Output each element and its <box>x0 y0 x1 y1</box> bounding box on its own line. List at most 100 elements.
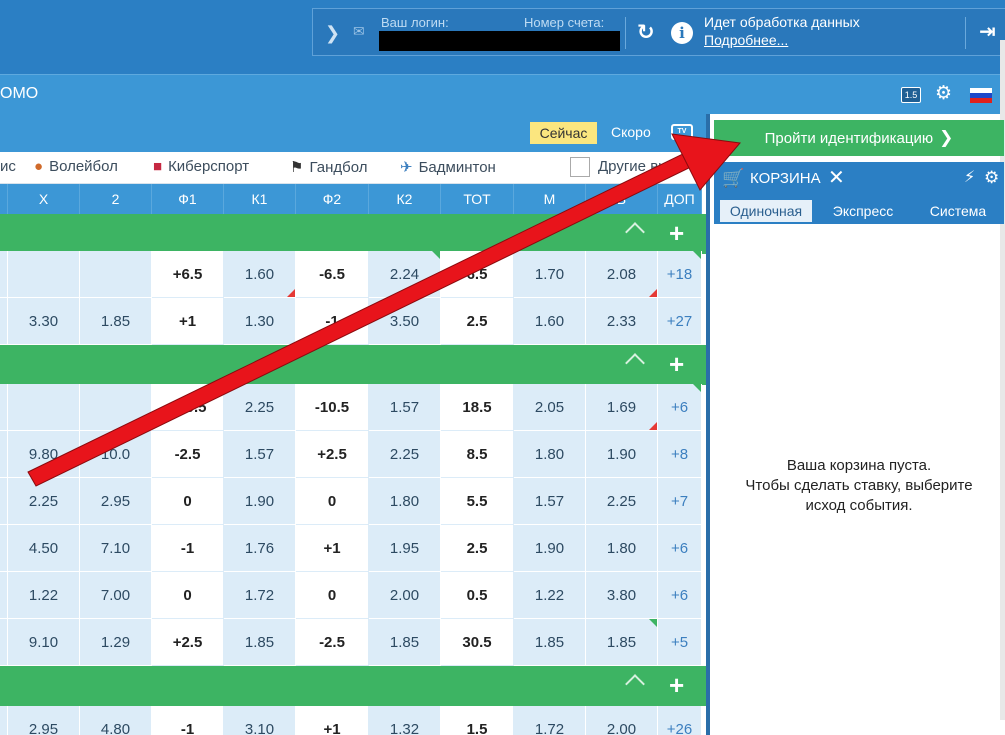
odds-cell[interactable]: 2.33 <box>586 298 658 345</box>
sport-item-volleyball[interactable]: ● Волейбол <box>34 158 118 175</box>
odds-cell[interactable]: 7.10 <box>80 525 152 572</box>
odds-cell[interactable]: 1.85 <box>586 619 658 666</box>
more-markets-cell[interactable]: +26 <box>658 706 702 735</box>
odds-cell[interactable]: 2.25 <box>369 431 441 478</box>
odds-cell[interactable] <box>8 251 80 298</box>
sport-item-tennis[interactable]: ис <box>0 158 16 175</box>
odds-cell[interactable]: 5.5 <box>441 478 514 525</box>
collapse-icon[interactable] <box>625 353 645 373</box>
column-header[interactable]: Ф2 <box>296 184 369 214</box>
odds-cell[interactable]: 1.57 <box>514 478 586 525</box>
odds-cell[interactable]: 0 <box>296 478 369 525</box>
gear-icon[interactable]: ⚙ <box>984 167 999 189</box>
odds-cell[interactable]: 2.5 <box>441 298 514 345</box>
odds-cell[interactable]: 1.90 <box>514 525 586 572</box>
odds-cell[interactable]: 1.80 <box>369 478 441 525</box>
status-details-link[interactable]: Подробнее... <box>704 32 788 48</box>
odds-cell[interactable]: -1 <box>152 525 224 572</box>
column-header[interactable]: Б <box>586 184 658 214</box>
odds-cell[interactable]: 1.69 <box>586 384 658 431</box>
odds-cell[interactable]: 1.85 <box>80 298 152 345</box>
odds-cell[interactable]: 9.10 <box>8 619 80 666</box>
odds-cell[interactable]: 2.25 <box>8 478 80 525</box>
odds-cell[interactable]: 2.08 <box>586 251 658 298</box>
odds-cell[interactable]: +2.5 <box>296 431 369 478</box>
column-header[interactable]: К2 <box>369 184 441 214</box>
odds-cell[interactable] <box>80 384 152 431</box>
column-header[interactable]: ТОТ <box>441 184 514 214</box>
league-group-header[interactable]: + <box>0 345 706 385</box>
odds-cell[interactable]: 2.5 <box>441 525 514 572</box>
more-markets-cell[interactable]: +7 <box>658 478 702 525</box>
odds-cell[interactable]: 4.80 <box>80 706 152 735</box>
odds-cell[interactable]: -1 <box>296 298 369 345</box>
more-markets-cell[interactable]: +6 <box>658 384 702 431</box>
info-icon[interactable]: i <box>671 22 693 44</box>
odds-cell[interactable]: 0 <box>152 478 224 525</box>
odds-cell[interactable]: 1.60 <box>224 251 296 298</box>
odds-cell[interactable]: 3.10 <box>224 706 296 735</box>
more-markets-cell[interactable]: +5 <box>658 619 702 666</box>
odds-cell[interactable]: 1.90 <box>586 431 658 478</box>
odds-cell[interactable]: 2.00 <box>586 706 658 735</box>
logout-icon[interactable]: ⇥ <box>979 20 997 44</box>
more-markets-cell[interactable]: +18 <box>658 251 702 298</box>
odds-cell[interactable]: 4.50 <box>8 525 80 572</box>
sport-item-badminton[interactable]: ✈ Бадминтон <box>400 158 496 176</box>
odds-cell[interactable]: 10.0 <box>80 431 152 478</box>
tab-single[interactable]: Одиночная <box>720 200 812 222</box>
odds-cell[interactable]: 1.80 <box>514 431 586 478</box>
odds-cell[interactable]: -10.5 <box>296 384 369 431</box>
odds-cell[interactable]: 0 <box>152 572 224 619</box>
sport-item-esports[interactable]: ■ Киберспорт <box>153 158 249 175</box>
column-header[interactable]: ДОП <box>658 184 702 214</box>
odds-cell[interactable]: 1.32 <box>369 706 441 735</box>
odds-cell[interactable]: 0 <box>296 572 369 619</box>
odds-cell[interactable]: 3.30 <box>8 298 80 345</box>
odds-cell[interactable]: 3.80 <box>586 572 658 619</box>
odds-cell[interactable]: 0.5 <box>441 572 514 619</box>
odds-cell[interactable] <box>8 384 80 431</box>
column-header[interactable]: X <box>8 184 80 214</box>
odds-cell[interactable]: 1.95 <box>369 525 441 572</box>
column-header[interactable]: 2 <box>80 184 152 214</box>
odds-cell[interactable]: +1 <box>296 525 369 572</box>
odds-cell[interactable] <box>80 251 152 298</box>
sport-item-handball[interactable]: ⚑ Гандбол <box>290 158 367 176</box>
odds-cell[interactable]: 2.25 <box>586 478 658 525</box>
league-group-header[interactable]: + <box>0 666 706 706</box>
sport-item-other[interactable]: Другие ви <box>598 158 667 175</box>
close-icon[interactable]: ✕ <box>828 166 845 190</box>
chevron-right-icon[interactable]: ❯ <box>325 23 340 43</box>
odds-cell[interactable]: 1.60 <box>514 298 586 345</box>
odds-cell[interactable]: 1.76 <box>224 525 296 572</box>
plus-icon[interactable]: + <box>669 349 684 379</box>
plus-icon[interactable]: + <box>669 218 684 248</box>
identification-button[interactable]: Пройти идентификацию ❯ <box>714 120 1004 156</box>
tab-now[interactable]: Сейчас <box>530 122 597 144</box>
odds-cell[interactable]: -2.5 <box>296 619 369 666</box>
odds-cell[interactable]: +6.5 <box>152 251 224 298</box>
odds-cell[interactable]: 2.05 <box>514 384 586 431</box>
odds-cell[interactable]: 1.85 <box>224 619 296 666</box>
plus-icon[interactable]: + <box>669 670 684 700</box>
odds-cell[interactable]: 1.80 <box>586 525 658 572</box>
more-markets-cell[interactable]: +27 <box>658 298 702 345</box>
odds-cell[interactable]: 2.95 <box>8 706 80 735</box>
odds-cell[interactable]: 30.5 <box>441 619 514 666</box>
odds-cell[interactable]: 1.30 <box>224 298 296 345</box>
lightning-icon[interactable]: ⚡ <box>964 167 975 189</box>
odds-cell[interactable]: 9.80 <box>8 431 80 478</box>
more-markets-cell[interactable]: +6 <box>658 572 702 619</box>
odds-cell[interactable]: +1 <box>152 298 224 345</box>
odds-cell[interactable]: -6.5 <box>296 251 369 298</box>
collapse-icon[interactable] <box>625 222 645 242</box>
more-markets-cell[interactable]: +6 <box>658 525 702 572</box>
tab-system[interactable]: Система <box>918 200 998 222</box>
tv-icon[interactable]: TV <box>671 124 693 140</box>
more-markets-cell[interactable]: +8 <box>658 431 702 478</box>
other-sports-checkbox[interactable] <box>570 157 590 177</box>
odds-cell[interactable]: -1 <box>152 706 224 735</box>
odds-cell[interactable]: 2.00 <box>369 572 441 619</box>
odds-cell[interactable]: 2.95 <box>80 478 152 525</box>
